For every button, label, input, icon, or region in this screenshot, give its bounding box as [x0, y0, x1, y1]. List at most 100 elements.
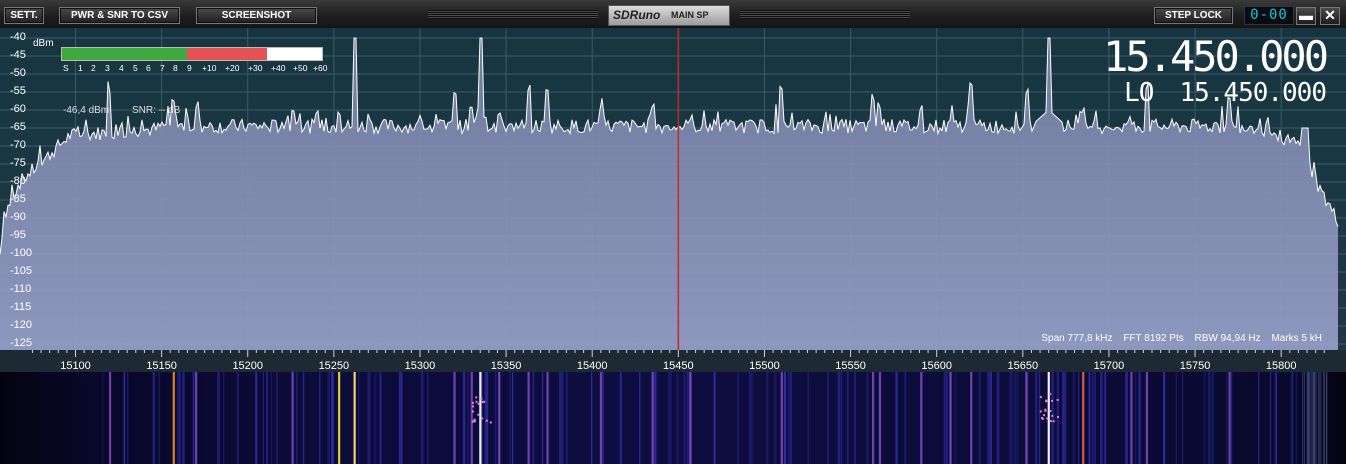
waterfall-speckle — [1051, 414, 1054, 417]
waterfall-noise-line — [1208, 372, 1211, 464]
waterfall-noise-line — [1138, 372, 1141, 464]
spectrum-display[interactable]: -40 -45 -50 -55 -60 -65 -70 -75 -80 -85 -90 -95 -100… — [0, 28, 1346, 350]
waterfall-signal-line — [878, 372, 882, 464]
lo-frequency-display[interactable]: 15.450.000 — [1179, 78, 1327, 108]
waterfall-noise-line — [676, 372, 679, 464]
waterfall-display[interactable] — [0, 372, 1346, 464]
waterfall-edge-noise — [1307, 372, 1309, 464]
waterfall-edge-noise — [1311, 372, 1313, 464]
waterfall-signal-line — [1145, 372, 1149, 464]
waterfall-speckle — [472, 401, 475, 404]
waterfall-noise-line — [1072, 372, 1075, 464]
waterfall-speckle — [1044, 408, 1047, 411]
waterfall-noise-line — [1163, 372, 1165, 464]
waterfall-noise-line — [1101, 372, 1103, 464]
waterfall-signal-line — [1130, 372, 1133, 464]
waterfall-speckle — [1046, 417, 1049, 420]
vfo-frequency-display[interactable]: 15.450.000 — [1103, 34, 1329, 80]
waterfall-signal-line — [195, 372, 198, 464]
waterfall-signal-line — [1082, 372, 1085, 464]
waterfall-signal-line — [1025, 372, 1028, 464]
waterfall-noise-line — [1014, 372, 1016, 464]
waterfall-noise-line — [1088, 372, 1091, 464]
waterfall-noise-line — [223, 372, 225, 464]
waterfall-noise-line — [846, 372, 849, 464]
s-scale-label: 7 — [160, 63, 165, 73]
waterfall-speckle — [1045, 400, 1048, 403]
rbw-info: RBW 94,94 Hz — [1194, 333, 1261, 344]
waterfall-edge-noise — [1313, 372, 1316, 464]
screenshot-button[interactable]: SCREENSHOT — [196, 7, 317, 24]
waterfall-speckle — [1052, 420, 1055, 423]
waterfall-edge-noise — [1318, 372, 1320, 464]
waterfall-noise-line — [358, 372, 360, 464]
close-icon[interactable]: ✕ — [1320, 7, 1340, 25]
y-tick-label: -95 — [10, 229, 26, 241]
waterfall-noise-line — [737, 372, 739, 464]
waterfall-speckle — [1041, 417, 1044, 420]
drag-grip-right[interactable] — [740, 10, 910, 19]
waterfall-noise-line — [1211, 372, 1214, 464]
waterfall-signal-line — [498, 372, 501, 464]
waterfall-noise-line — [484, 372, 486, 464]
waterfall-noise-line — [400, 372, 403, 464]
waterfall-signal-line — [172, 372, 175, 464]
window-title-tab[interactable]: SDRuno MAIN SP — [608, 5, 730, 26]
y-tick-label: -75 — [10, 157, 26, 169]
waterfall-edge-noise — [1323, 372, 1325, 464]
s-meter-bar — [61, 47, 323, 61]
waterfall-noise-line — [687, 372, 689, 464]
waterfall-noise-line — [178, 372, 180, 464]
waterfall-noise-line — [1057, 372, 1059, 464]
waterfall-edge-noise — [1302, 372, 1304, 464]
waterfall-noise-line — [713, 372, 715, 464]
waterfall-plot[interactable] — [0, 372, 1346, 464]
step-lock-button[interactable]: STEP LOCK — [1154, 7, 1233, 24]
waterfall-noise-line — [787, 372, 790, 464]
pwr-snr-csv-button[interactable]: PWR & SNR TO CSV — [59, 7, 180, 24]
waterfall-noise-line — [1258, 372, 1260, 464]
waterfall-speckle — [473, 420, 476, 423]
y-tick-label: -40 — [10, 31, 26, 43]
y-tick-label: -110 — [10, 283, 32, 295]
waterfall-noise-line — [591, 372, 593, 464]
s-scale-label: 4 — [119, 63, 124, 73]
waterfall-speckle — [485, 419, 488, 422]
waterfall-noise-line — [236, 372, 238, 464]
x-tick-label: 15200 — [232, 360, 264, 372]
minimize-icon[interactable]: ▬ — [1296, 7, 1316, 25]
step-digits-display[interactable]: 0-00 — [1244, 6, 1294, 25]
waterfall-edge-noise — [1309, 372, 1311, 464]
waterfall-noise-line — [774, 372, 777, 464]
waterfall-noise-line — [511, 372, 514, 464]
lo-label: LO — [1124, 78, 1154, 108]
s-meter-green — [62, 48, 187, 60]
lo-frequency-row[interactable]: LO 15.450.000 — [1124, 78, 1327, 108]
waterfall-signal-line — [780, 372, 783, 464]
waterfall-signal-line — [108, 372, 112, 464]
waterfall-noise-line — [784, 372, 786, 464]
s-scale-label: 1 — [78, 63, 83, 73]
waterfall-signal-line — [949, 372, 952, 464]
waterfall-noise-line — [987, 372, 989, 464]
waterfall-noise-line — [838, 372, 841, 464]
waterfall-speckle — [1049, 409, 1052, 412]
fft-info-bar: Span 777,8 kHz FFT 8192 Pts RBW 94,94 Hz… — [1033, 333, 1322, 344]
waterfall-noise-line — [1093, 372, 1096, 464]
waterfall-signal-line — [1228, 372, 1231, 464]
waterfall-signal-line — [970, 372, 973, 464]
s-scale-label: +50 — [293, 63, 308, 73]
waterfall-noise-line — [996, 372, 999, 464]
waterfall-speckle — [489, 421, 492, 424]
s-meter-red — [186, 48, 268, 60]
waterfall-noise-line — [1269, 372, 1272, 464]
x-tick-label: 15350 — [490, 360, 522, 372]
drag-grip-left[interactable] — [428, 10, 598, 19]
waterfall-noise-line — [217, 372, 220, 464]
waterfall-noise-line — [807, 372, 809, 464]
waterfall-speckle — [481, 417, 484, 420]
waterfall-signal-line — [651, 372, 654, 464]
frequency-axis[interactable]: 15100 15150 15200 15250 15300 15350 15400 15450… — [0, 350, 1346, 372]
waterfall-signal-line — [599, 372, 603, 464]
settings-button[interactable]: SETT. — [4, 7, 44, 24]
